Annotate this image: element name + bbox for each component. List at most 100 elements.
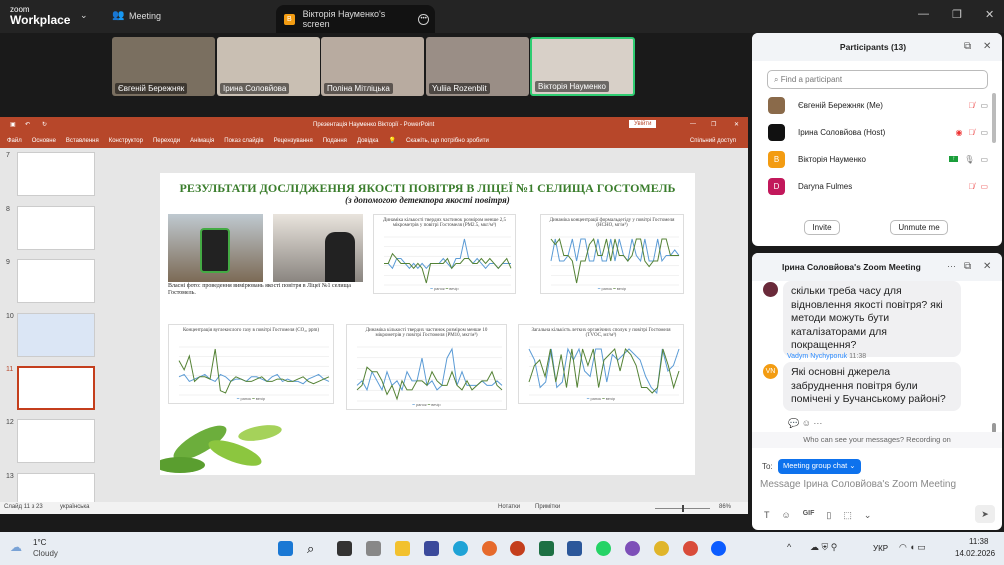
slide-thumbnail[interactable] (17, 152, 95, 196)
chart-legend: ━ ранок ━ вечір (236, 396, 266, 401)
slide-thumbnail[interactable] (17, 419, 95, 463)
screenshot-icon[interactable]: ⬚ (843, 510, 852, 521)
search-icon[interactable]: ⌕ (307, 541, 322, 556)
recipient-dropdown[interactable]: Meeting group chat ⌄ (778, 459, 861, 474)
screen-share-tab[interactable]: B Вікторія Науменко's screen ••• (276, 5, 435, 33)
word-icon[interactable] (567, 541, 582, 556)
embedded-chart: Динаміка кількості твердих частинок розм… (373, 214, 516, 294)
menu-design[interactable]: Конструктор (109, 138, 143, 144)
calculator-icon[interactable] (366, 541, 381, 556)
video-tile-active-speaker[interactable]: Вікторія Науменко (530, 37, 635, 96)
save-icon[interactable]: ▣ (10, 121, 16, 128)
signin-button[interactable]: Увійти (629, 120, 657, 128)
recording-notice[interactable]: Who can see your messages? Recording on (752, 432, 1002, 448)
wifi-volume-battery-icons[interactable]: ◠ ◖ ▭ (899, 542, 926, 553)
more-icon[interactable]: ··· (947, 261, 956, 271)
search-icon: ⌕ (774, 75, 781, 84)
video-tile[interactable]: Поліна Мітліцька (321, 37, 424, 96)
slide-thumbnail[interactable] (17, 473, 95, 502)
ppt-title-bar: ▣ ↶ ↻ Презентація Науменко Вікторії - Po… (0, 117, 748, 133)
share-button[interactable]: Спільний доступ (690, 138, 736, 144)
restore-button[interactable]: ❐ (711, 121, 716, 128)
chat-message: скільки треба часу для відновлення якост… (783, 281, 961, 357)
participant-row[interactable]: Ірина Соловйова (Host) ◉ 🎙̸ ▭ (768, 122, 988, 142)
file-explorer-icon[interactable] (395, 541, 410, 556)
slide-thumbnail[interactable] (17, 259, 95, 303)
slide-thumbnail[interactable] (17, 313, 95, 357)
scrollbar[interactable] (992, 93, 996, 143)
meeting-tab[interactable]: Meeting (129, 11, 161, 21)
avatar (768, 123, 785, 141)
notes-button[interactable]: Нотатки (498, 504, 520, 510)
redo-icon[interactable]: ↻ (42, 121, 47, 128)
tray-icons[interactable]: ☁ ⛨ ⚲ (810, 542, 837, 553)
task-view-icon[interactable] (337, 541, 352, 556)
send-button[interactable]: ➤ (975, 505, 995, 523)
invite-button[interactable]: Invite (804, 220, 840, 235)
whatsapp-icon[interactable] (596, 541, 611, 556)
language-indicator[interactable]: українська (60, 504, 90, 510)
chevron-down-icon[interactable]: ⌄ (864, 510, 872, 521)
zoom-level[interactable]: 86% (719, 504, 731, 510)
chrome-icon[interactable] (683, 541, 698, 556)
close-button[interactable]: ✕ (734, 121, 739, 128)
viber-icon[interactable] (625, 541, 640, 556)
minimize-button[interactable]: — (690, 121, 696, 127)
popout-icon[interactable]: ⧉ (964, 261, 971, 272)
tell-me-input[interactable]: Скажіть, що потрібно зробити (406, 138, 489, 144)
clock-time[interactable]: 11:38 (969, 537, 988, 546)
slide-thumbnail-selected[interactable] (17, 366, 95, 410)
menu-animations[interactable]: Анімація (190, 138, 214, 144)
start-icon[interactable] (278, 541, 293, 556)
close-button[interactable]: ✕ (985, 8, 994, 21)
edge-icon[interactable] (453, 541, 468, 556)
menu-transitions[interactable]: Переходи (153, 138, 180, 144)
unmute-me-button[interactable]: Unmute me (890, 220, 948, 235)
gif-button[interactable]: GIF (803, 510, 815, 521)
chevron-up-icon[interactable]: ^ (787, 542, 791, 552)
minimize-button[interactable]: — (918, 8, 929, 20)
message-input[interactable]: Message Ірина Соловйова's Zoom Meeting (760, 479, 956, 490)
clock-date[interactable]: 14.02.2026 (955, 549, 995, 558)
slide-thumbnail[interactable] (17, 206, 95, 250)
reaction-icons[interactable]: 💬 ☺ ··· (788, 418, 822, 429)
excel-icon[interactable] (539, 541, 554, 556)
video-tile[interactable]: Ірина Соловйова (217, 37, 320, 96)
firefox-icon[interactable] (482, 541, 497, 556)
menu-help[interactable]: Довідка (357, 138, 379, 144)
video-tile[interactable]: Yuliia Rozenblit (426, 37, 529, 96)
close-icon[interactable]: ✕ (983, 261, 991, 272)
video-tile[interactable]: Євгеній Бережняк (112, 37, 215, 96)
participant-row[interactable]: D Daryna Fulmes 🎙̸ ▭ (768, 176, 988, 196)
participant-row[interactable]: Євгеній Бережняк (Me) 🎙̸ ▭ (768, 95, 988, 115)
restore-button[interactable]: ❐ (952, 8, 962, 21)
menu-home[interactable]: Основне (32, 138, 56, 144)
close-icon[interactable]: ✕ (983, 41, 991, 52)
participant-row[interactable]: B Вікторія Науменко ↑ 🎙 ▭ (768, 149, 988, 169)
find-participant-input[interactable]: ⌕ Find a participant (767, 70, 988, 89)
menu-review[interactable]: Рецензування (274, 138, 313, 144)
powerpoint-icon[interactable] (510, 541, 525, 556)
undo-icon[interactable]: ↶ (25, 121, 30, 128)
video-icon: ▭ (980, 127, 988, 137)
language-indicator[interactable]: УКР (873, 544, 888, 553)
format-icon[interactable]: T (764, 510, 770, 521)
file-icon[interactable]: ▯ (826, 510, 831, 521)
chart-title: Концентрація вуглекислого газу в повітрі… (182, 328, 320, 333)
mic-muted-icon: 🎙̸ (968, 181, 975, 191)
menu-insert[interactable]: Вставлення (66, 138, 99, 144)
save-app-icon[interactable] (424, 541, 439, 556)
chrome-icon[interactable] (654, 541, 669, 556)
popout-icon[interactable]: ⧉ (964, 41, 971, 52)
chevron-down-icon[interactable]: ⌄ (80, 10, 88, 21)
zoom-slider[interactable] (655, 505, 710, 512)
menu-file[interactable]: Файл (7, 138, 22, 144)
zoom-icon[interactable] (711, 541, 726, 556)
slide-canvas[interactable]: РЕЗУЛЬТАТИ ДОСЛІДЖЕННЯ ЯКОСТІ ПОВІТРЯ В … (160, 173, 695, 475)
comments-button[interactable]: Примітки (535, 504, 560, 510)
menu-slideshow[interactable]: Показ слайдів (224, 138, 263, 144)
menu-view[interactable]: Подання (323, 138, 347, 144)
series-evening-line (528, 348, 680, 394)
emoji-icon[interactable]: ☺ (782, 510, 791, 521)
more-icon[interactable]: ••• (418, 13, 429, 25)
